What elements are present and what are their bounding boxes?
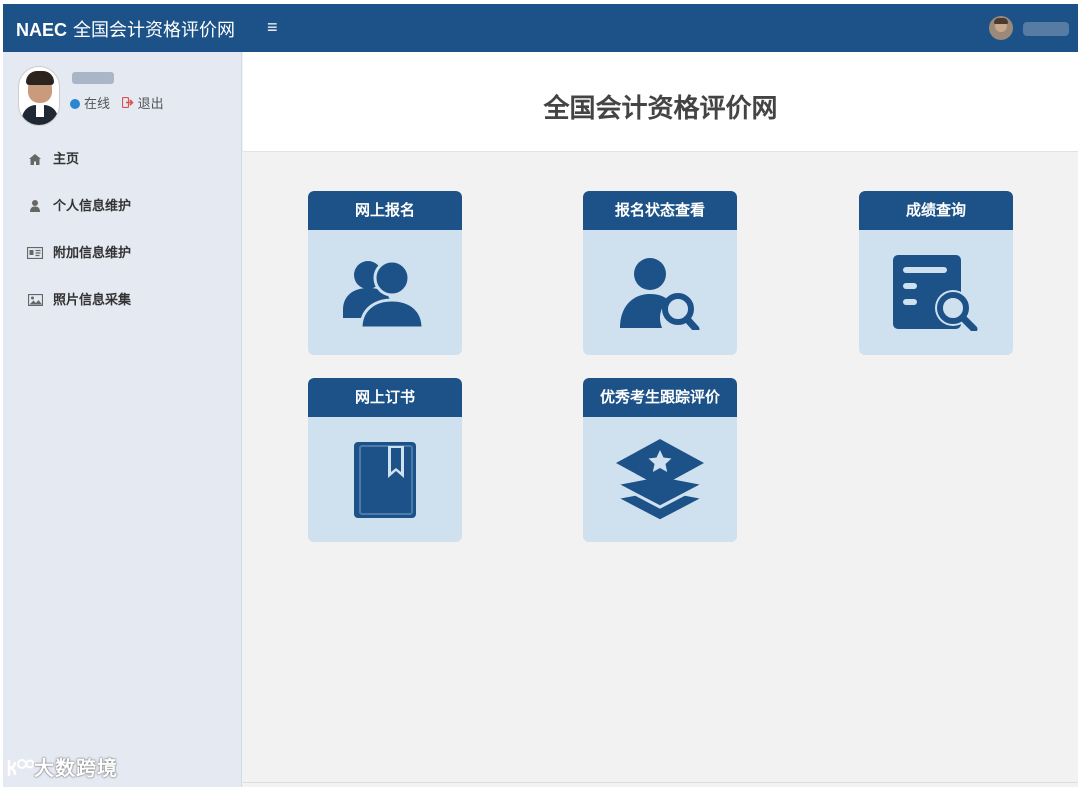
users-icon xyxy=(308,230,462,355)
sidebar-item-home[interactable]: 主页 xyxy=(3,146,242,193)
card-registration-status[interactable]: 报名状态查看 xyxy=(583,191,737,355)
brand-logo[interactable]: NAEC 全国会计资格评价网 xyxy=(16,16,235,42)
user-panel: 在线 退出 xyxy=(3,52,242,142)
book-icon xyxy=(308,417,462,542)
user-name-blurred xyxy=(72,72,114,84)
card-title: 网上订书 xyxy=(308,378,462,417)
card-title: 优秀考生跟踪评价 xyxy=(583,378,737,417)
footer-divider xyxy=(243,782,1078,783)
brand-abbr: NAEC xyxy=(16,20,68,40)
sidebar-item-label: 主页 xyxy=(53,151,80,166)
id-card-icon xyxy=(26,241,44,265)
avatar-hair xyxy=(994,18,1008,24)
logout-link[interactable]: 退出 xyxy=(138,96,164,111)
card-excellent-candidate-tracking[interactable]: 优秀考生跟踪评价 xyxy=(583,378,737,542)
sidebar-nav: 主页 个人信息维护 附加信息维护 照片信息采集 xyxy=(3,146,242,334)
home-icon xyxy=(27,147,43,171)
sidebar-item-additional-info[interactable]: 附加信息维护 xyxy=(3,240,242,287)
status-online-label: 在线 xyxy=(84,96,111,111)
page-title: 全国会计资格评价网 xyxy=(543,93,778,123)
card-score-query[interactable]: 成绩查询 xyxy=(859,191,1013,355)
logout-icon[interactable] xyxy=(121,96,134,111)
image-icon xyxy=(27,288,43,312)
card-title: 成绩查询 xyxy=(859,191,1013,230)
document-search-icon xyxy=(859,230,1013,355)
watermark: 大数跨境 xyxy=(6,752,118,781)
watermark-logo-icon xyxy=(7,759,35,776)
card-online-book-order[interactable]: 网上订书 xyxy=(308,378,462,542)
user-search-icon xyxy=(583,230,737,355)
user-avatar xyxy=(18,66,60,126)
top-username-blurred[interactable] xyxy=(1023,22,1069,36)
layers-star-icon xyxy=(583,417,737,542)
user-status: 在线 退出 xyxy=(70,93,164,112)
brand-name: 全国会计资格评价网 xyxy=(73,20,236,40)
card-title: 报名状态查看 xyxy=(583,191,737,230)
user-icon xyxy=(27,194,43,218)
menu-toggle-icon[interactable]: ≡ xyxy=(267,17,278,38)
sidebar: 在线 退出 主页 个人信息维护 附加信息维护 照片信息采集 xyxy=(3,52,242,787)
top-user-avatar[interactable] xyxy=(989,16,1013,40)
app-window: NAEC 全国会计资格评价网 ≡ 在线 退出 主页 个人信息维护 附加信息维护 … xyxy=(3,4,1078,787)
card-title: 网上报名 xyxy=(308,191,462,230)
page-header: 全国会计资格评价网 xyxy=(243,52,1078,152)
sidebar-item-photo-collect[interactable]: 照片信息采集 xyxy=(3,287,242,334)
main-content: 全国会计资格评价网 网上报名 报名状态查看 成绩查询 网上订书 优秀考生跟踪评价 xyxy=(243,52,1078,787)
sidebar-item-label: 附加信息维护 xyxy=(53,245,132,260)
card-online-registration[interactable]: 网上报名 xyxy=(308,191,462,355)
top-navbar: NAEC 全国会计资格评价网 ≡ xyxy=(3,4,1078,52)
sidebar-item-personal-info[interactable]: 个人信息维护 xyxy=(3,193,242,240)
sidebar-item-label: 照片信息采集 xyxy=(53,292,132,307)
online-status-icon xyxy=(70,99,80,109)
watermark-text: 大数跨境 xyxy=(34,758,118,780)
sidebar-item-label: 个人信息维护 xyxy=(53,198,132,213)
